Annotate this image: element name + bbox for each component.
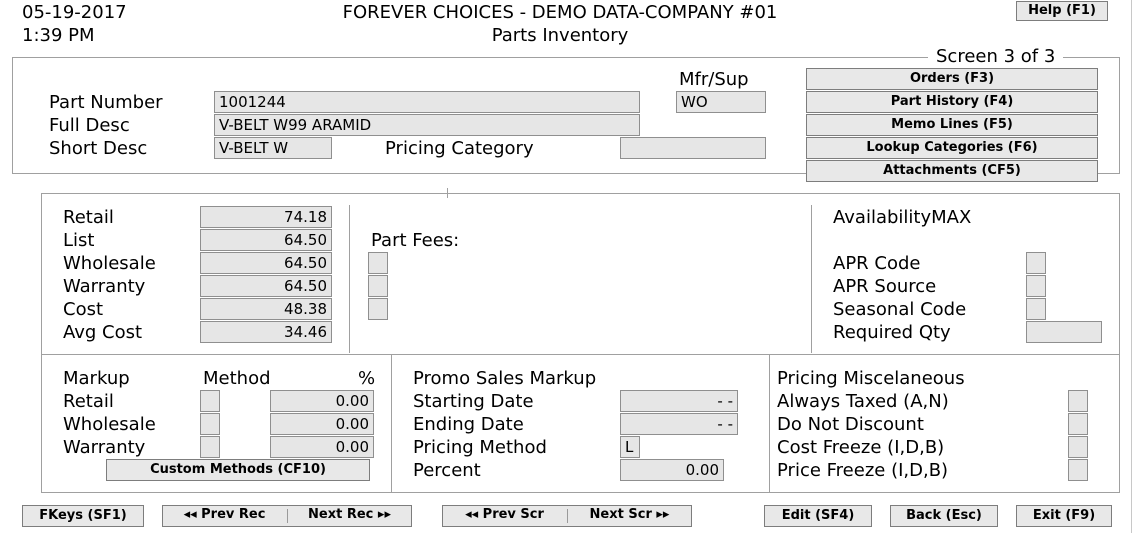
wholesale-price-label: Wholesale xyxy=(63,253,156,274)
markup-retail-label: Retail xyxy=(63,391,114,412)
apr-code-field[interactable] xyxy=(1026,252,1046,274)
availability-title: AvailabilityMAX xyxy=(833,207,972,228)
apr-source-label: APR Source xyxy=(833,276,937,297)
always-taxed-label: Always Taxed (A,N) xyxy=(777,391,949,412)
ending-date-label: Ending Date xyxy=(413,414,524,435)
lookup-categories-button[interactable]: Lookup Categories (F6) xyxy=(806,137,1098,159)
pricing-category-label: Pricing Category xyxy=(385,138,534,159)
mfr-sup-label: Mfr/Sup xyxy=(679,69,749,90)
ending-date-field[interactable]: - - xyxy=(620,413,738,435)
cost-freeze-label: Cost Freeze (I,D,B) xyxy=(777,437,945,458)
full-desc-label: Full Desc xyxy=(49,115,130,136)
starting-date-label: Starting Date xyxy=(413,391,534,412)
markup-warranty-method-field[interactable] xyxy=(200,436,220,458)
markup-title: Markup xyxy=(63,368,130,389)
mfr-sup-field[interactable]: WO xyxy=(676,91,766,113)
next-scr-button[interactable]: Next Scr ▸▸ xyxy=(567,505,692,527)
next-rec-button[interactable]: Next Rec ▸▸ xyxy=(287,505,412,527)
part-fees-label: Part Fees: xyxy=(371,230,460,251)
exit-button[interactable]: Exit (F9) xyxy=(1016,505,1112,527)
markup-wholesale-label: Wholesale xyxy=(63,414,156,435)
percent-field[interactable]: 0.00 xyxy=(620,459,724,481)
percent-label: Percent xyxy=(413,460,481,481)
wholesale-price-field[interactable]: 64.50 xyxy=(200,252,332,274)
warranty-price-label: Warranty xyxy=(63,276,146,297)
part-fee-2-field[interactable] xyxy=(368,275,388,297)
pricing-method-field[interactable]: L xyxy=(620,436,640,458)
retail-price-field[interactable]: 74.18 xyxy=(200,206,332,228)
promo-title: Promo Sales Markup xyxy=(413,368,597,389)
short-desc-label: Short Desc xyxy=(49,138,148,159)
screen-indicator: Screen 3 of 3 xyxy=(928,46,1064,68)
orders-button[interactable]: Orders (F3) xyxy=(806,68,1098,90)
prev-rec-button[interactable]: ◂◂ Prev Rec xyxy=(162,505,287,527)
apr-code-label: APR Code xyxy=(833,253,921,274)
warranty-price-field[interactable]: 64.50 xyxy=(200,275,332,297)
apr-source-field[interactable] xyxy=(1026,275,1046,297)
short-desc-field[interactable]: V-BELT W xyxy=(214,137,332,159)
price-freeze-field[interactable] xyxy=(1068,459,1088,481)
part-fee-1-field[interactable] xyxy=(368,252,388,274)
pricing-category-field[interactable] xyxy=(620,137,766,159)
markup-method-header: Method xyxy=(203,368,271,389)
markup-retail-method-field[interactable] xyxy=(200,390,220,412)
markup-wholesale-method-field[interactable] xyxy=(200,413,220,435)
seasonal-code-field[interactable] xyxy=(1026,298,1046,320)
markup-percent-header: % xyxy=(358,368,376,389)
avg-cost-label: Avg Cost xyxy=(63,322,143,343)
part-history-button[interactable]: Part History (F4) xyxy=(806,91,1098,113)
do-not-discount-label: Do Not Discount xyxy=(777,414,924,435)
fkeys-button[interactable]: FKeys (SF1) xyxy=(22,505,144,527)
markup-warranty-percent-field[interactable]: 0.00 xyxy=(270,436,374,458)
custom-methods-button[interactable]: Custom Methods (CF10) xyxy=(106,459,370,481)
cost-field[interactable]: 48.38 xyxy=(200,298,332,320)
part-fee-3-field[interactable] xyxy=(368,298,388,320)
part-number-field[interactable]: 1001244 xyxy=(214,91,640,113)
record-nav-group: ◂◂ Prev Rec Next Rec ▸▸ xyxy=(162,505,412,527)
markup-retail-percent-field[interactable]: 0.00 xyxy=(270,390,374,412)
avg-cost-field[interactable]: 34.46 xyxy=(200,321,332,343)
part-number-label: Part Number xyxy=(49,92,163,113)
list-price-label: List xyxy=(63,230,95,251)
seasonal-code-label: Seasonal Code xyxy=(833,299,967,320)
memo-lines-button[interactable]: Memo Lines (F5) xyxy=(806,114,1098,136)
retail-price-label: Retail xyxy=(63,207,114,228)
markup-warranty-label: Warranty xyxy=(63,437,146,458)
help-button[interactable]: Help (F1) xyxy=(1016,1,1108,21)
markup-wholesale-percent-field[interactable]: 0.00 xyxy=(270,413,374,435)
list-price-field[interactable]: 64.50 xyxy=(200,229,332,251)
edit-button[interactable]: Edit (SF4) xyxy=(764,505,872,527)
full-desc-field[interactable]: V-BELT W99 ARAMID xyxy=(214,114,640,136)
back-button[interactable]: Back (Esc) xyxy=(890,505,998,527)
cost-label: Cost xyxy=(63,299,104,320)
price-freeze-label: Price Freeze (I,D,B) xyxy=(777,460,949,481)
misc-title: Pricing Miscelaneous xyxy=(777,368,965,389)
pricing-method-label: Pricing Method xyxy=(413,437,547,458)
required-qty-label: Required Qty xyxy=(833,322,951,343)
attachments-button[interactable]: Attachments (CF5) xyxy=(806,160,1098,182)
do-not-discount-field[interactable] xyxy=(1068,413,1088,435)
required-qty-field[interactable] xyxy=(1026,321,1102,343)
starting-date-field[interactable]: - - xyxy=(620,390,738,412)
always-taxed-field[interactable] xyxy=(1068,390,1088,412)
company-title: FOREVER CHOICES - DEMO DATA-COMPANY #01 xyxy=(342,2,778,23)
cost-freeze-field[interactable] xyxy=(1068,436,1088,458)
screen-nav-group: ◂◂ Prev Scr Next Scr ▸▸ xyxy=(442,505,692,527)
page-title: Parts Inventory xyxy=(491,25,629,46)
prev-scr-button[interactable]: ◂◂ Prev Scr xyxy=(442,505,567,527)
